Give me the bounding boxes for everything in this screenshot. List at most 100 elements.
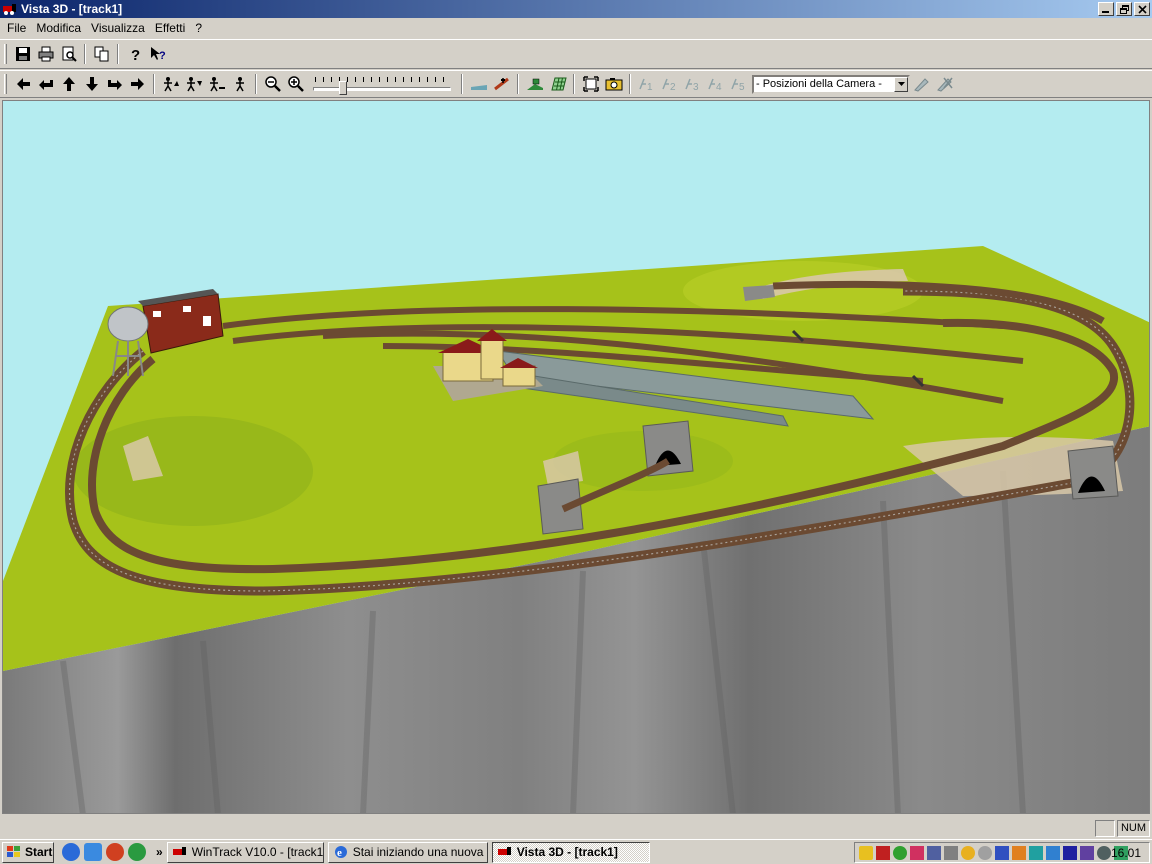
monitor-icon[interactable] — [995, 845, 1009, 860]
move-forward-button[interactable] — [57, 73, 80, 95]
title-bar: Vista 3D - [track1] — [0, 0, 1152, 18]
svg-text:1: 1 — [647, 82, 653, 92]
copy-icon — [94, 46, 108, 62]
context-help-button[interactable]: ? — [146, 43, 169, 65]
move-right-button[interactable] — [126, 73, 149, 95]
quick-launch-more[interactable]: » — [156, 845, 163, 859]
pencil-icon — [913, 78, 929, 92]
look-down-button[interactable] — [182, 73, 205, 95]
outlook-express-icon[interactable] — [84, 843, 102, 861]
minimize-button[interactable] — [1098, 2, 1114, 16]
menu-visualizza[interactable]: Visualizza — [86, 19, 150, 37]
save-camera-button[interactable] — [910, 73, 933, 95]
acrobat-icon[interactable] — [876, 845, 890, 860]
restore-button[interactable] — [1116, 2, 1132, 16]
arrow-down-icon — [85, 77, 98, 91]
shield-icon[interactable] — [859, 845, 873, 860]
turn-left-button[interactable] — [34, 73, 57, 95]
media-player-icon[interactable] — [128, 843, 146, 861]
camera-button[interactable] — [602, 73, 625, 95]
task-wintrack[interactable]: WinTrack V10.0 - [track1] — [166, 841, 324, 863]
track-button[interactable] — [490, 73, 513, 95]
fit-view-button[interactable] — [579, 73, 602, 95]
task-vista-3d[interactable]: Vista 3D - [track1] — [491, 841, 650, 863]
svg-text:?: ? — [159, 50, 166, 62]
terrain-button[interactable] — [467, 73, 490, 95]
camera-positions-value: - Posizioni della Camera - — [756, 78, 882, 90]
task-tray-icon[interactable] — [1080, 845, 1094, 860]
zoom-in-button[interactable] — [284, 73, 307, 95]
toolbar-grip[interactable] — [4, 44, 7, 64]
speaker-icon[interactable] — [944, 845, 958, 860]
bluetooth-icon[interactable] — [1046, 845, 1060, 860]
buildings-button[interactable] — [523, 73, 546, 95]
print-button[interactable] — [34, 43, 57, 65]
floppy-disk-icon — [15, 47, 30, 61]
taskbar-clock[interactable]: 16.01 — [1111, 846, 1141, 860]
move-back-button[interactable] — [80, 73, 103, 95]
layout-3d-scene — [3, 246, 1149, 813]
menu-help[interactable]: ? — [190, 19, 207, 37]
print-preview-button[interactable] — [57, 43, 80, 65]
zoom-out-button[interactable] — [261, 73, 284, 95]
svg-text:5: 5 — [739, 82, 745, 92]
look-up-button[interactable] — [159, 73, 182, 95]
copy-button[interactable] — [90, 43, 113, 65]
track-rail-icon — [493, 77, 509, 91]
3d-viewport[interactable] — [2, 100, 1150, 814]
update-icon[interactable] — [1012, 845, 1026, 860]
status-panel-empty — [1094, 819, 1115, 837]
menu-modifica[interactable]: Modifica — [31, 19, 86, 37]
combo-dropdown-button[interactable] — [894, 76, 908, 92]
camera-slot-4-button[interactable]: 4 — [704, 73, 727, 95]
app-tray-icon[interactable] — [1063, 845, 1077, 860]
browser-icon[interactable] — [106, 843, 124, 861]
grid-button[interactable] — [546, 73, 569, 95]
question-mark-icon: ? — [131, 47, 140, 62]
camera-positions-select[interactable]: - Posizioni della Camera - — [752, 74, 910, 94]
move-left-button[interactable] — [11, 73, 34, 95]
context-help-icon: ? — [150, 47, 166, 62]
security-icon[interactable] — [910, 845, 924, 860]
connection-icon[interactable] — [1029, 845, 1043, 860]
toolbar-separator — [255, 74, 257, 94]
walker-down-icon — [186, 77, 202, 92]
grass-hill-left — [73, 416, 313, 526]
camera-slot-2-icon: 2 — [661, 78, 676, 92]
camera-slot-3-icon: 3 — [684, 78, 699, 92]
station-tower — [480, 338, 504, 380]
camera-slot-5-icon: 5 — [730, 78, 745, 92]
toolbar-separator — [84, 44, 86, 64]
camera-slot-1-button[interactable]: 1 — [635, 73, 658, 95]
close-button[interactable] — [1134, 2, 1150, 16]
menu-effetti[interactable]: Effetti — [150, 19, 190, 37]
help-button[interactable]: ? — [123, 43, 146, 65]
zoom-in-icon — [287, 76, 304, 92]
camera-slot-1-icon: 1 — [638, 78, 653, 92]
toolbar-grip[interactable] — [4, 74, 7, 94]
start-button[interactable]: Start — [2, 841, 54, 863]
camera-slot-2-button[interactable]: 2 — [658, 73, 681, 95]
zoom-slider[interactable] — [313, 73, 451, 95]
turn-right-arrow-icon — [107, 80, 122, 90]
delete-camera-button[interactable] — [933, 73, 956, 95]
move-down-button[interactable] — [228, 73, 251, 95]
taskbar: Start » WinTrack V10.0 - [track1] e Stai… — [0, 839, 1152, 864]
display-icon[interactable] — [927, 845, 941, 860]
save-button[interactable] — [11, 43, 34, 65]
task-label: Stai iniziando una nuova ... — [352, 845, 488, 859]
menu-file[interactable]: File — [2, 19, 31, 37]
messenger-icon[interactable] — [961, 845, 975, 860]
camera-slot-5-button[interactable]: 5 — [727, 73, 750, 95]
network-icon[interactable] — [893, 845, 907, 860]
arrow-left-icon — [16, 78, 30, 90]
turn-right-button[interactable] — [103, 73, 126, 95]
slider-thumb[interactable] — [339, 81, 347, 95]
move-up-button[interactable] — [205, 73, 228, 95]
camera-icon — [605, 78, 622, 91]
internet-explorer-icon[interactable] — [62, 843, 80, 861]
task-ie-new[interactable]: e Stai iniziando una nuova ... — [327, 841, 488, 863]
power-icon[interactable] — [1097, 845, 1111, 860]
clock-sync-icon[interactable] — [978, 845, 992, 860]
camera-slot-3-button[interactable]: 3 — [681, 73, 704, 95]
